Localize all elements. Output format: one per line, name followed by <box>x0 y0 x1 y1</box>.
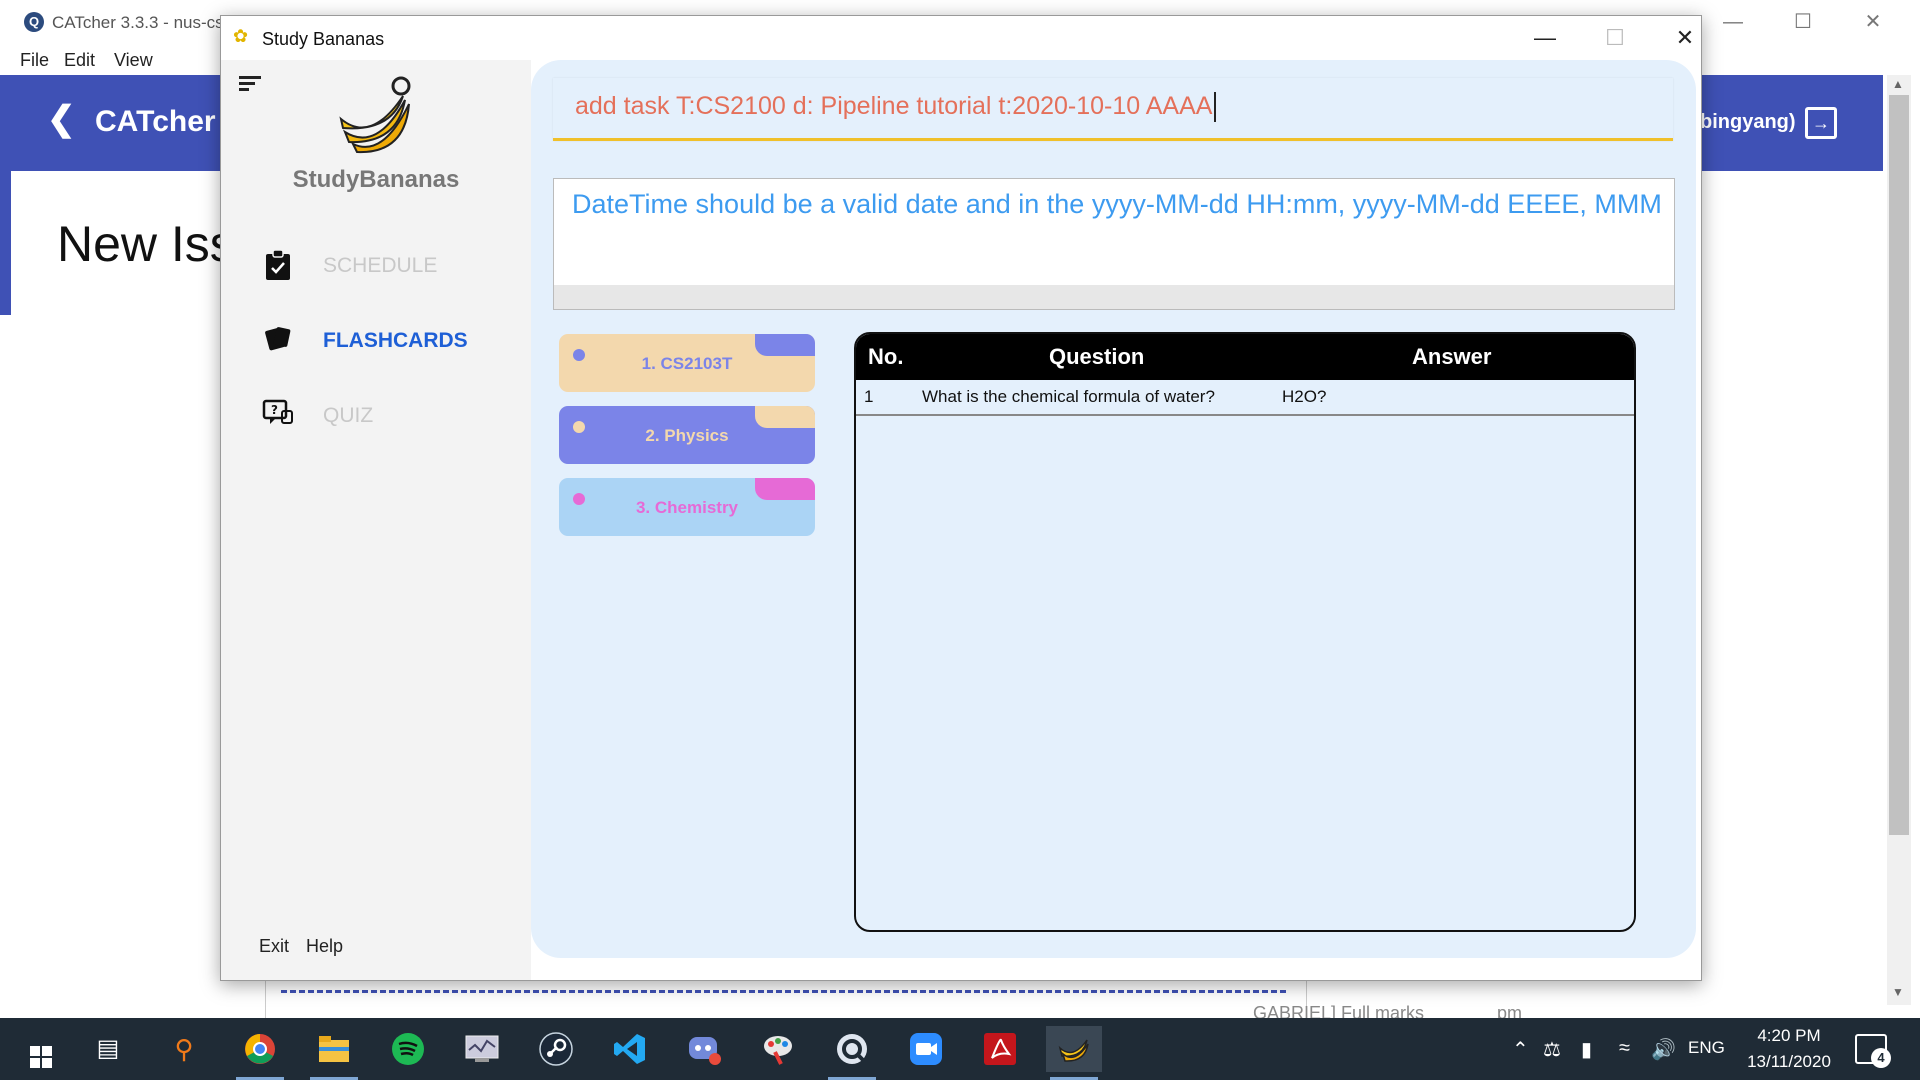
zoom-icon[interactable] <box>898 1026 954 1072</box>
cell-answer: H2O? <box>1282 387 1327 406</box>
discord-icon[interactable] <box>676 1026 732 1072</box>
system-monitor-icon[interactable] <box>454 1026 510 1072</box>
window-title: Study Bananas <box>262 29 385 49</box>
command-box[interactable]: add task T:CS2100 d: Pipeline tutorial t… <box>553 78 1673 141</box>
deck-card-physics[interactable]: 2. Physics <box>559 406 815 464</box>
close-button[interactable]: ✕ <box>1660 22 1710 54</box>
content-area: add task T:CS2100 d: Pipeline tutorial t… <box>531 60 1696 958</box>
study-bananas-titlebar: ✿ Study Bananas — ☐ ✕ <box>221 16 1701 60</box>
background-accent-edge <box>0 75 11 315</box>
deck-label: 2. Physics <box>645 426 729 445</box>
background-maximize-button[interactable]: ☐ <box>1783 8 1823 36</box>
text-caret <box>1214 92 1217 123</box>
cell-no: 1 <box>864 387 874 406</box>
file-explorer-icon[interactable] <box>306 1026 362 1080</box>
table-header: No. Question Answer <box>856 334 1634 380</box>
background-scroll-thumb[interactable] <box>1889 95 1909 835</box>
nav-quiz-label: QUIZ <box>323 404 374 427</box>
column-header-question[interactable]: Question <box>1049 344 1144 370</box>
clock-date[interactable]: 13/11/2020 <box>1739 1052 1839 1072</box>
catcher-icon[interactable] <box>824 1026 880 1080</box>
menu-edit[interactable]: Edit <box>64 50 95 71</box>
wifi-icon[interactable]: ≈ <box>1619 1037 1630 1060</box>
study-bananas-icon[interactable] <box>1046 1026 1102 1080</box>
flashcard-table: No. Question Answer 1 What is the chemic… <box>854 332 1636 932</box>
cards-icon <box>261 324 295 358</box>
deck-card-cs2103t[interactable]: 1. CS2103T <box>559 334 815 392</box>
command-input[interactable]: add task T:CS2100 d: Pipeline tutorial t… <box>575 92 1217 123</box>
background-close-button[interactable]: ✕ <box>1853 8 1893 36</box>
vscode-icon[interactable] <box>602 1026 658 1072</box>
deck-label: 1. CS2103T <box>641 354 733 373</box>
paint-icon[interactable] <box>750 1026 806 1072</box>
hamburger-menu-icon[interactable] <box>239 76 261 94</box>
steam-icon[interactable] <box>528 1026 584 1072</box>
chrome-icon[interactable] <box>232 1026 288 1080</box>
back-arrow-icon[interactable]: ❮ <box>47 99 76 139</box>
svg-text:?: ? <box>271 403 278 417</box>
bananas-logo <box>339 76 411 154</box>
start-icon[interactable] <box>8 1026 64 1072</box>
maximize-button[interactable]: ☐ <box>1590 22 1640 54</box>
result-horizontal-scrollbar[interactable] <box>554 285 1674 309</box>
deck-tab <box>755 478 815 500</box>
background-user-name: bingyang) <box>1700 111 1796 133</box>
search-icon[interactable]: ⚲ <box>156 1026 212 1072</box>
menu-file[interactable]: File <box>20 50 49 71</box>
notification-count-badge: 4 <box>1871 1048 1891 1068</box>
nav-quiz[interactable]: ? QUIZ <box>261 396 521 436</box>
logout-icon[interactable]: → <box>1805 107 1837 139</box>
background-scrollbar[interactable]: ▲ ▼ <box>1887 75 1911 1005</box>
clipboard-check-icon <box>261 249 295 283</box>
deck-tab <box>755 334 815 356</box>
menu-view[interactable]: View <box>114 50 153 71</box>
result-display: DateTime should be a valid date and in t… <box>553 178 1675 310</box>
deck-card-chemistry[interactable]: 3. Chemistry <box>559 478 815 536</box>
show-hidden-icons-icon[interactable]: ⌃ <box>1512 1037 1529 1062</box>
deck-label: 3. Chemistry <box>635 498 739 517</box>
table-row[interactable]: 1 What is the chemical formula of water?… <box>856 380 1634 416</box>
minimize-button[interactable]: — <box>1520 22 1570 54</box>
study-bananas-window: ✿ Study Bananas — ☐ ✕ StudyBananas SCHED… <box>220 15 1702 981</box>
background-app-title: CATcher <box>95 105 216 138</box>
quiz-icon: ? <box>261 399 295 433</box>
background-minimize-button[interactable]: — <box>1713 8 1753 36</box>
background-page-heading: New Iss <box>57 216 235 272</box>
nav-flashcards-label: FLASHCARDS <box>323 329 468 352</box>
taskbar: ▤ ⚲ ⌃ ⚖ ▮ ≈ 🔊 ENG 4:20 PM 13/11/2020 4 <box>0 1018 1920 1080</box>
cell-question: What is the chemical formula of water? <box>922 387 1215 406</box>
scroll-up-arrow-icon[interactable]: ▲ <box>1892 77 1904 91</box>
background-window-title: CATcher 3.3.3 - nus-cs <box>52 13 224 32</box>
column-header-no[interactable]: No. <box>868 344 903 370</box>
command-input-text: add task T:CS2100 d: Pipeline tutorial t… <box>575 92 1213 120</box>
clock-time[interactable]: 4:20 PM <box>1749 1026 1829 1046</box>
background-dashed-divider <box>281 990 1286 993</box>
deck-tab <box>755 406 815 428</box>
language-indicator[interactable]: ENG <box>1688 1038 1725 1058</box>
battery-icon[interactable]: ▮ <box>1581 1037 1592 1062</box>
spotify-icon[interactable] <box>380 1026 436 1072</box>
exit-menu[interactable]: Exit <box>259 936 289 957</box>
main-panel: add task T:CS2100 d: Pipeline tutorial t… <box>531 60 1701 980</box>
column-header-answer[interactable]: Answer <box>1412 344 1491 370</box>
volume-icon[interactable]: 🔊 <box>1651 1037 1676 1062</box>
nav-flashcards[interactable]: FLASHCARDS <box>261 321 521 361</box>
banana-app-icon: ✿ <box>233 26 249 46</box>
nav-schedule-label: SCHEDULE <box>323 254 438 277</box>
scroll-down-arrow-icon[interactable]: ▼ <box>1892 985 1904 999</box>
sidebar: StudyBananas SCHEDULE FLASHCARDS ? QUIZ … <box>221 60 531 980</box>
task-view-icon[interactable]: ▤ <box>80 1026 136 1072</box>
result-message: DateTime should be a valid date and in t… <box>572 189 1662 219</box>
background-panel <box>265 978 1307 1018</box>
help-menu[interactable]: Help <box>306 936 343 957</box>
catcher-app-icon: Q <box>24 12 44 32</box>
acrobat-icon[interactable] <box>972 1026 1028 1072</box>
nav-schedule[interactable]: SCHEDULE <box>261 246 521 286</box>
network-warning-icon[interactable]: ⚖ <box>1543 1037 1561 1062</box>
brand-name: StudyBananas <box>292 166 460 193</box>
